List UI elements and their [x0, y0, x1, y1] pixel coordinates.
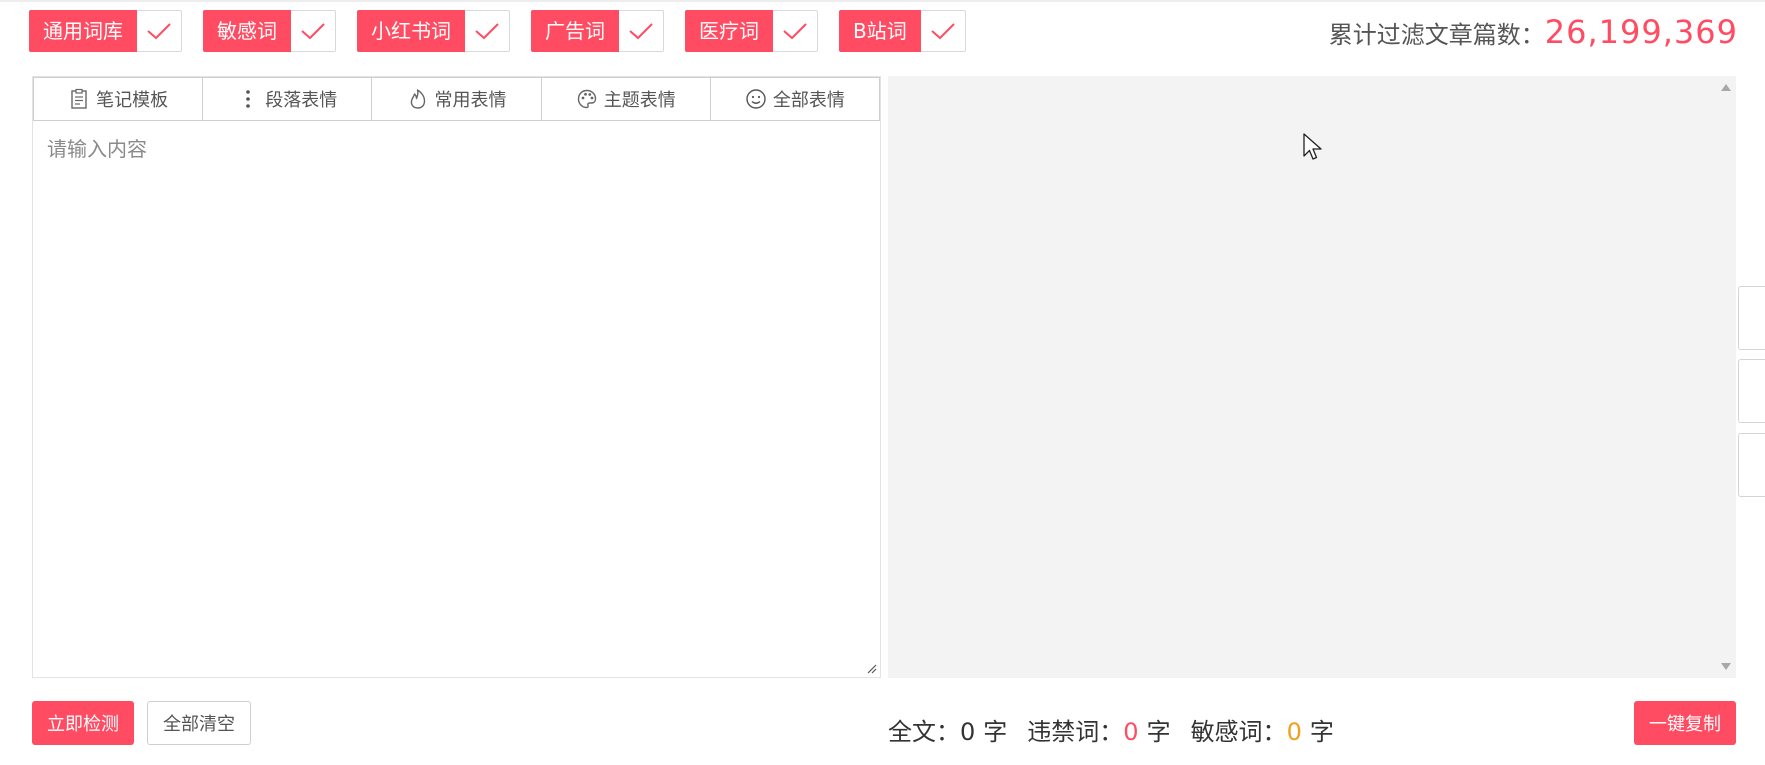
tag-checkbox[interactable] — [773, 10, 818, 52]
scroll-down-arrow-icon[interactable] — [1721, 663, 1731, 670]
sensitive-value: 0 — [1286, 718, 1302, 746]
vertical-dots-icon — [246, 90, 251, 108]
paragraph-emoji-label: 段落表情 — [265, 90, 338, 111]
tag-label: 小红书词 — [357, 10, 465, 52]
all-emoji-button[interactable]: 全部表情 — [709, 77, 881, 121]
preview-scrollbar[interactable] — [1716, 76, 1736, 678]
tag-checkbox[interactable] — [920, 10, 966, 52]
smiley-icon — [746, 89, 766, 109]
common-emoji-button[interactable]: 常用表情 — [371, 77, 542, 121]
content-editor: 笔记模板 段落表情 常用表情 主题表情 全部表情 请输入内容 — [32, 76, 881, 678]
flame-icon — [410, 89, 425, 109]
total-unit: 字 — [983, 718, 1008, 746]
dictionary-tag-list: 通用词库 敏感词 小红书词 广告词 医疗词 B站词 — [29, 10, 987, 52]
tag-bilibili-words[interactable]: B站词 — [839, 10, 966, 52]
tag-medical-words[interactable]: 医疗词 — [685, 10, 818, 52]
side-tab[interactable] — [1738, 433, 1765, 497]
checkmark-icon — [475, 23, 499, 40]
theme-emoji-label: 主题表情 — [603, 90, 676, 111]
tag-xiaohongshu-words[interactable]: 小红书词 — [357, 10, 510, 52]
check-now-button[interactable]: 立即检测 — [32, 701, 134, 745]
sensitive-unit: 字 — [1309, 718, 1334, 746]
emoji-toolbar: 笔记模板 段落表情 常用表情 主题表情 全部表情 — [33, 77, 881, 121]
tag-label: 广告词 — [531, 10, 619, 52]
palette-icon — [577, 89, 596, 109]
note-template-button[interactable]: 笔记模板 — [33, 77, 204, 121]
theme-emoji-button[interactable]: 主题表情 — [540, 77, 711, 121]
clear-all-button[interactable]: 全部清空 — [147, 701, 251, 745]
tag-label: 通用词库 — [29, 10, 137, 52]
side-tab[interactable] — [1738, 286, 1765, 350]
tag-sensitive-words[interactable]: 敏感词 — [203, 10, 336, 52]
sensitive-label: 敏感词： — [1190, 718, 1287, 746]
total-value: 0 — [960, 718, 976, 746]
tag-checkbox[interactable] — [619, 10, 664, 52]
banned-label: 违禁词： — [1027, 718, 1124, 746]
content-input[interactable] — [33, 121, 880, 677]
scroll-up-arrow-icon[interactable] — [1721, 84, 1731, 91]
tag-checkbox[interactable] — [137, 10, 182, 52]
counter-value: 26,199,369 — [1544, 13, 1738, 51]
all-emoji-label: 全部表情 — [772, 90, 845, 111]
resize-handle-icon[interactable] — [865, 662, 877, 674]
tag-general-dictionary[interactable]: 通用词库 — [29, 10, 182, 52]
tag-ad-words[interactable]: 广告词 — [531, 10, 664, 52]
tag-checkbox[interactable] — [291, 10, 336, 52]
tag-label: 敏感词 — [203, 10, 291, 52]
checkmark-icon — [931, 23, 955, 40]
clipboard-icon — [71, 88, 87, 109]
checkmark-icon — [629, 23, 653, 40]
paragraph-emoji-button[interactable]: 段落表情 — [202, 77, 373, 121]
tag-checkbox[interactable] — [465, 10, 510, 52]
banned-value: 0 — [1123, 718, 1139, 746]
mouse-pointer-icon — [1303, 133, 1322, 160]
checkmark-icon — [147, 23, 171, 40]
note-template-label: 笔记模板 — [96, 90, 169, 111]
counter-label: 累计过滤文章篇数： — [1328, 20, 1545, 49]
tag-label: 医疗词 — [685, 10, 773, 52]
copy-all-button[interactable]: 一键复制 — [1634, 701, 1736, 745]
total-label: 全文： — [888, 718, 960, 746]
common-emoji-label: 常用表情 — [434, 90, 507, 111]
checkmark-icon — [783, 23, 807, 40]
result-preview-panel — [888, 76, 1736, 678]
filtered-article-counter: 累计过滤文章篇数： 26,199,369 — [1329, 12, 1738, 52]
tag-label: B站词 — [839, 10, 921, 52]
checkmark-icon — [301, 23, 325, 40]
side-tab[interactable] — [1738, 359, 1765, 423]
top-divider — [0, 0, 1765, 2]
word-count-stats: 全文： 0 字 违禁词： 0 字 敏感词： 0 字 — [888, 712, 1334, 747]
banned-unit: 字 — [1146, 718, 1171, 746]
